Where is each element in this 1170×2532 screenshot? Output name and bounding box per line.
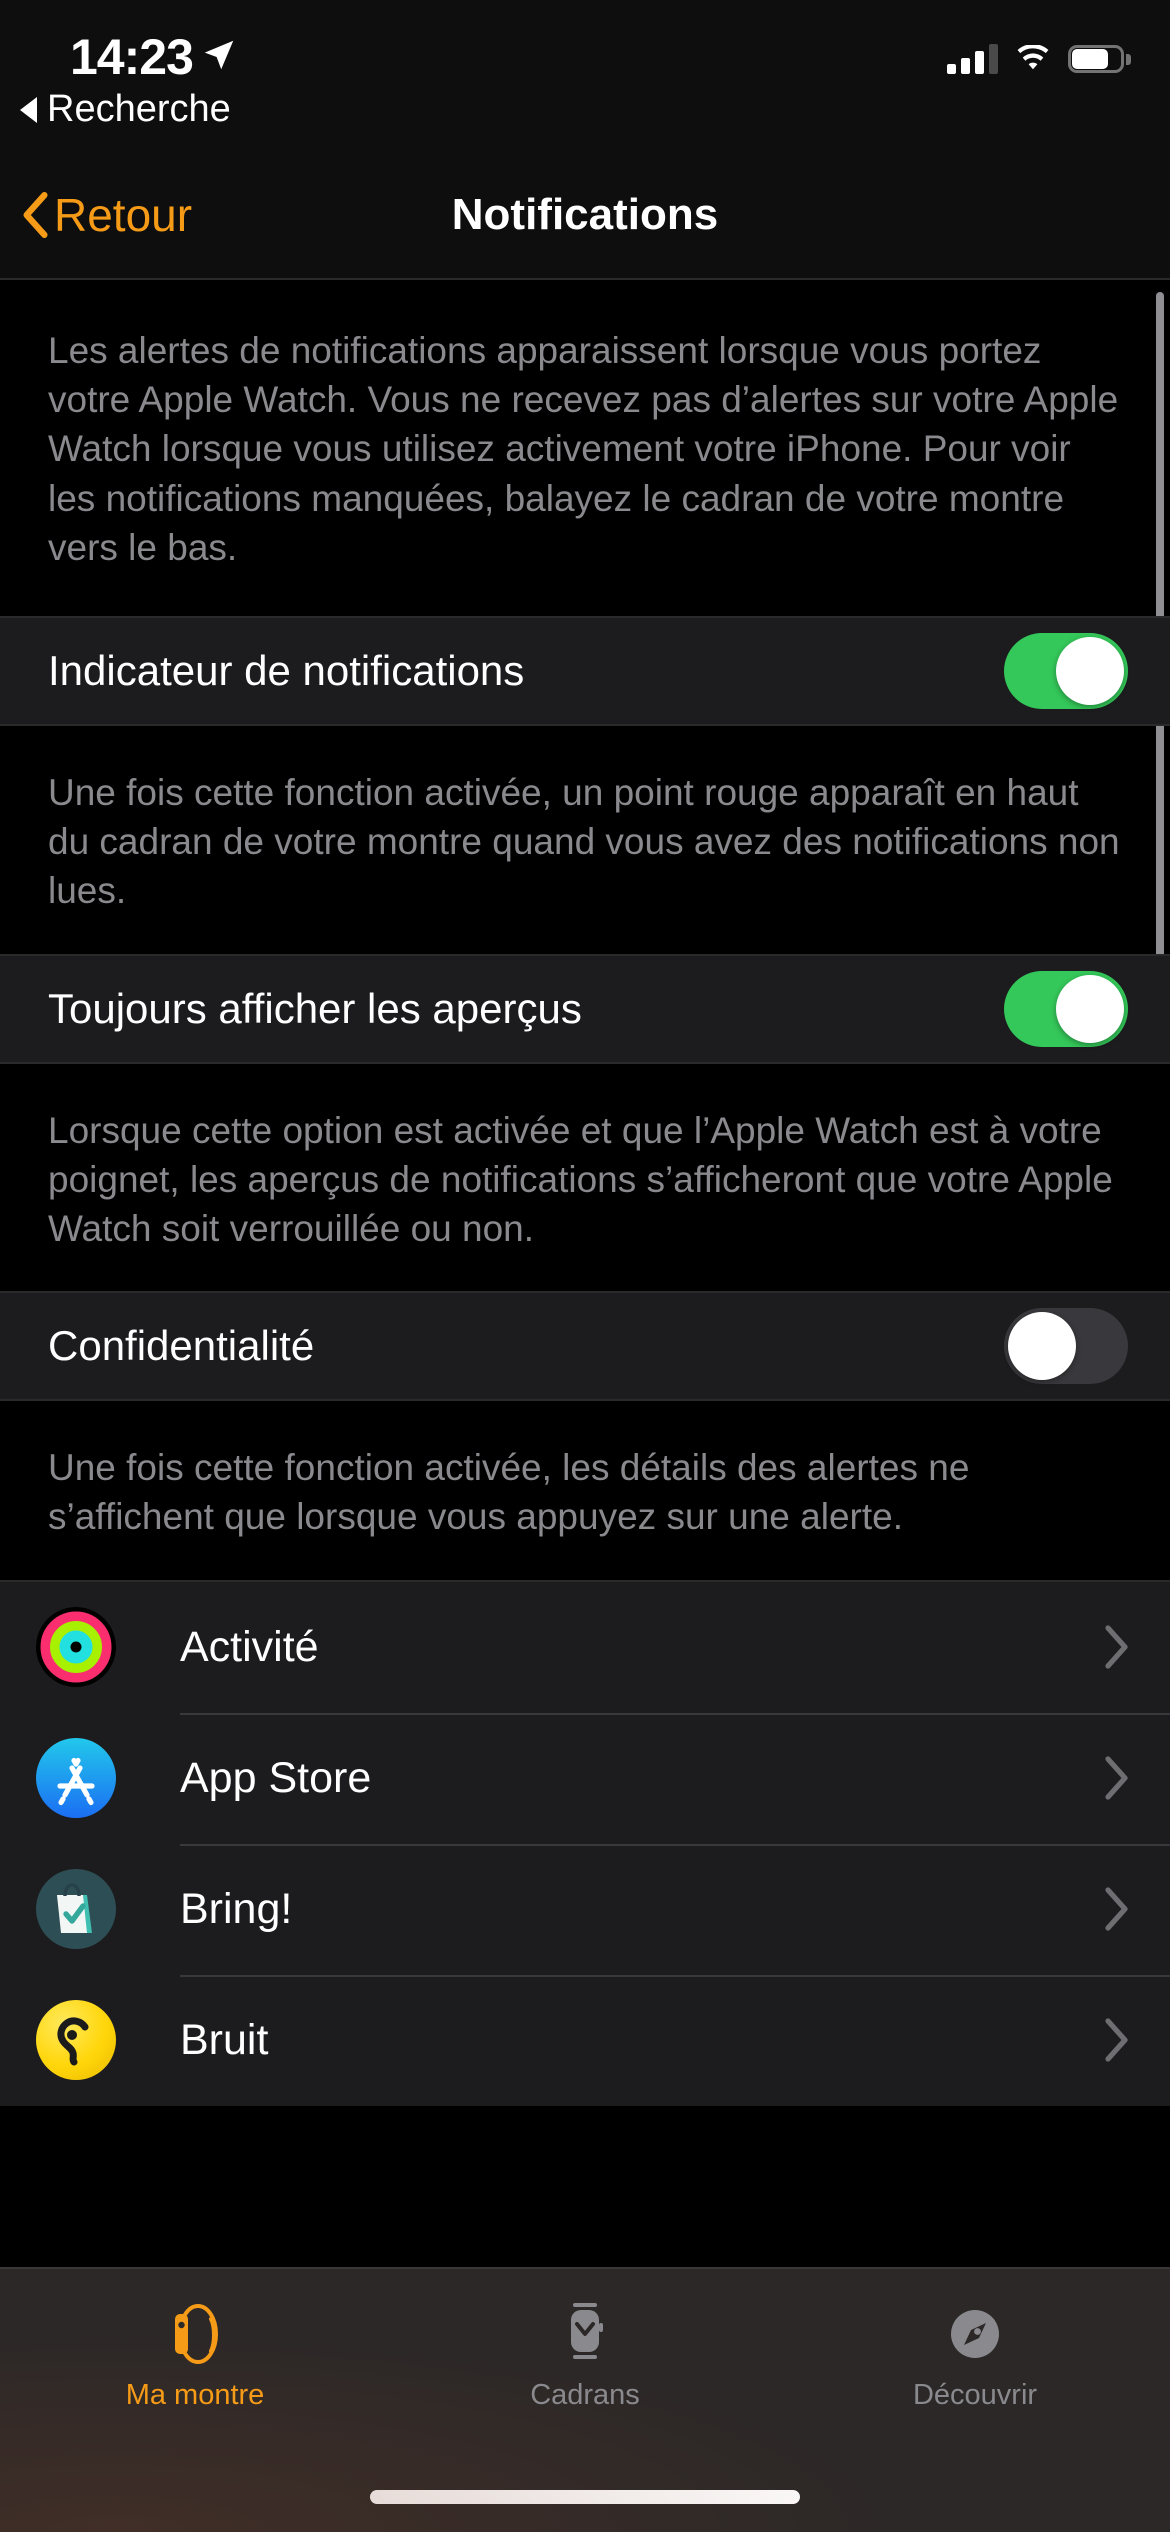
- back-button-label: Retour: [54, 189, 193, 241]
- list-item-label: Bring!: [180, 1884, 293, 1933]
- settings-scroll-view[interactable]: Les alertes de notifications apparaissen…: [0, 282, 1170, 2267]
- status-bar-indicators: [947, 44, 1131, 74]
- toggle-knob: [1008, 1312, 1076, 1381]
- list-item-bring[interactable]: Bring!: [0, 1843, 1170, 1975]
- nav-divider: [0, 278, 1170, 280]
- chevron-right-icon: [1105, 1756, 1128, 1800]
- wifi-icon: [1017, 45, 1049, 70]
- list-item-label: Activité: [180, 1622, 319, 1671]
- status-bar: 14:23 Recherche: [0, 0, 1170, 150]
- battery-icon: [1068, 45, 1131, 73]
- chevron-right-icon: [1105, 1625, 1128, 1669]
- toggle-privacy[interactable]: [1004, 1308, 1128, 1385]
- page-title: Notifications: [451, 190, 719, 239]
- chevron-left-icon: [23, 192, 48, 238]
- back-button[interactable]: Retour: [22, 188, 192, 242]
- activity-rings-icon: [36, 1607, 116, 1688]
- toggle-knob: [1056, 974, 1124, 1043]
- list-item-app-store[interactable]: App Store: [0, 1712, 1170, 1844]
- intro-description: Les alertes de notifications apparaissen…: [48, 330, 1119, 568]
- toggle-knob: [1056, 637, 1124, 706]
- row-notification-indicator[interactable]: Indicateur de notifications: [0, 616, 1170, 727]
- watch-side-icon: [165, 2295, 225, 2373]
- tab-label: Ma montre: [125, 2379, 265, 2411]
- navigation-bar: Retour Notifications: [0, 150, 1170, 280]
- footer-privacy: Une fois cette fonction activée, les dét…: [48, 1447, 970, 1538]
- row-always-show-previews[interactable]: Toujours afficher les aperçus: [0, 953, 1170, 1064]
- footer-always-show-previews: Lorsque cette option est activée et que …: [48, 1109, 1113, 1250]
- tab-bar: Ma montre Cadrans Découvrir: [0, 2267, 1170, 2532]
- chevron-right-icon: [1105, 2018, 1128, 2062]
- watch-face-icon: [555, 2295, 615, 2373]
- home-indicator[interactable]: [370, 2490, 800, 2504]
- location-arrow-icon: [204, 40, 234, 70]
- back-to-search-label: Recherche: [47, 88, 231, 130]
- noise-ear-icon: [36, 2000, 116, 2081]
- toggle-always-show-previews[interactable]: [1004, 970, 1128, 1047]
- tab-label: Découvrir: [912, 2379, 1038, 2411]
- tab-decouvrir[interactable]: Découvrir: [780, 2269, 1170, 2459]
- list-item-label: Bruit: [180, 2015, 269, 2064]
- list-item-label: App Store: [180, 1753, 372, 1802]
- status-bar-time: 14:23: [70, 29, 194, 85]
- row-label: Indicateur de notifications: [48, 647, 525, 695]
- tab-ma-montre[interactable]: Ma montre: [0, 2269, 390, 2459]
- tab-label: Cadrans: [530, 2379, 640, 2411]
- cellular-signal-icon: [947, 44, 998, 74]
- triangle-left-icon: [20, 96, 37, 123]
- list-item-bruit[interactable]: Bruit: [0, 1974, 1170, 2106]
- compass-icon: [945, 2295, 1005, 2373]
- bring-shopping-bag-icon: [36, 1869, 116, 1950]
- list-item-activite[interactable]: Activité: [0, 1582, 1170, 1713]
- app-store-icon: [36, 1738, 116, 1819]
- app-notification-list: Activité App Store Bring! Bruit: [0, 1579, 1170, 2106]
- footer-notification-indicator: Une fois cette fonction activée, un poin…: [48, 772, 1120, 912]
- tab-cadrans[interactable]: Cadrans: [390, 2269, 780, 2459]
- row-privacy[interactable]: Confidentialité: [0, 1291, 1170, 1402]
- iphone-screen: 14:23 Recherche Retour Notifications Les…: [0, 0, 1170, 2532]
- row-label: Confidentialité: [48, 1322, 315, 1370]
- row-label: Toujours afficher les aperçus: [48, 984, 582, 1032]
- toggle-notification-indicator[interactable]: [1004, 633, 1128, 710]
- chevron-right-icon: [1105, 1887, 1128, 1931]
- back-to-search-link[interactable]: Recherche: [20, 88, 231, 131]
